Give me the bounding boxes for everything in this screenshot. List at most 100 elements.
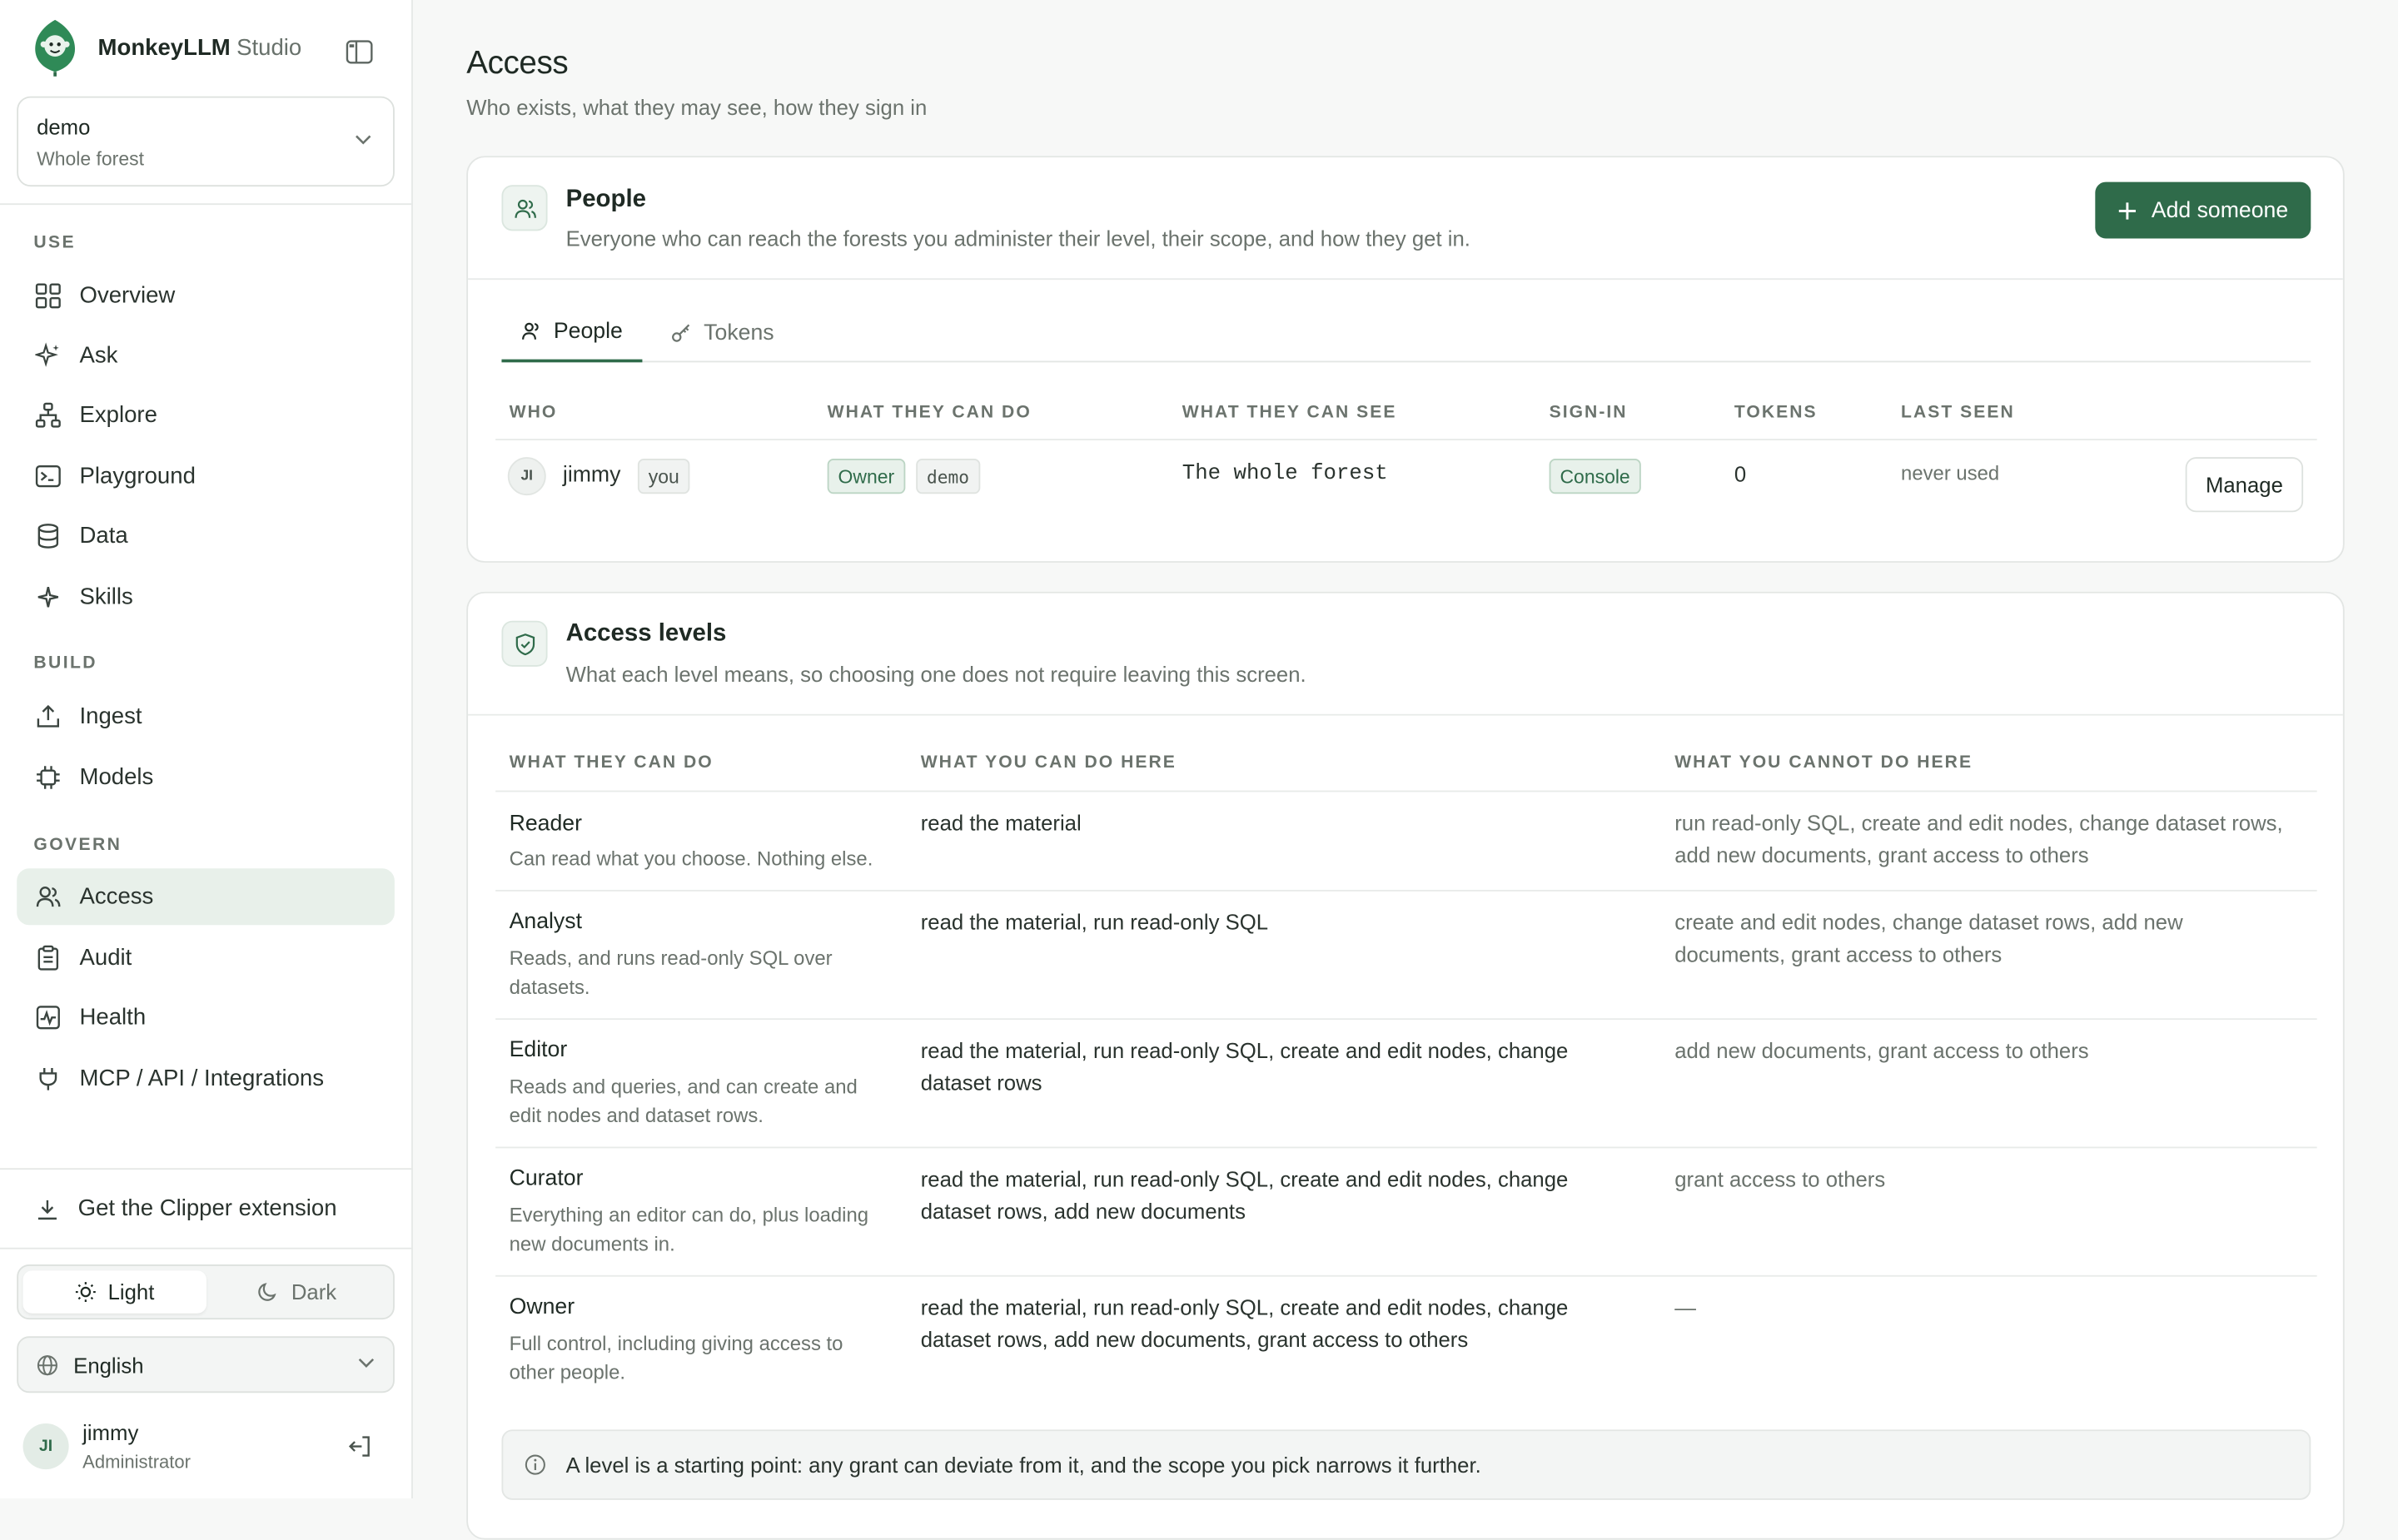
tokens-count: 0 (1734, 461, 1747, 487)
column-level: WHAT THEY CAN DO (509, 753, 714, 772)
divider (495, 439, 2317, 440)
avatar: JI (507, 457, 546, 496)
level-badge: Owner (827, 459, 906, 494)
sidebar-item-label: Explore (79, 402, 157, 429)
chevron-down-icon (356, 135, 371, 145)
sidebar-item-ingest[interactable]: Ingest (17, 688, 395, 745)
sidebar-toggle-icon[interactable] (346, 40, 373, 64)
forest-selector[interactable]: demo Whole forest (17, 96, 395, 187)
divider (495, 889, 2317, 892)
theme-light-option[interactable]: Light (22, 1270, 206, 1314)
sidebar-item-label: Access (79, 883, 154, 910)
last-seen-value: never used (1901, 461, 2000, 485)
sidebar-item-label: Models (79, 764, 154, 791)
column-cannot-do-here: WHAT YOU CANNOT DO HERE (1674, 753, 1973, 772)
divider (0, 1247, 412, 1249)
level-allowed: read the material, run read-only SQL, cr… (920, 1166, 1569, 1223)
sidebar-item-audit[interactable]: Audit (17, 930, 395, 986)
tab-people-label: People (553, 318, 623, 344)
sidebar-item-health[interactable]: Health (17, 989, 395, 1046)
level-name: Analyst (509, 909, 582, 935)
language-select[interactable]: English (17, 1336, 395, 1393)
tab-tokens[interactable]: Tokens (652, 303, 794, 363)
sidebar-item-explore[interactable]: Explore (17, 387, 395, 444)
column-tokens: TOKENS (1734, 403, 1818, 422)
column-last-seen: LAST SEEN (1901, 403, 2015, 422)
sidebar-item-integrations[interactable]: MCP / API / Integrations (17, 1051, 395, 1107)
level-description: Can read what you choose. Nothing else. (509, 847, 873, 871)
sidebar-item-label: Data (79, 523, 128, 549)
sign-in-badge: Console (1549, 459, 1641, 494)
level-description: Reads, and runs read-only SQL over datas… (509, 946, 833, 998)
shield-check-icon (501, 620, 548, 667)
users-icon (501, 185, 548, 231)
sidebar-item-models[interactable]: Models (17, 749, 395, 806)
sign-out-icon[interactable] (347, 1434, 371, 1458)
divider (0, 1168, 412, 1170)
manage-button[interactable]: Manage (2185, 457, 2304, 513)
sidebar-item-label: Skills (79, 584, 133, 610)
level-description: Everything an editor can do, plus loadin… (509, 1203, 869, 1255)
levels-note-text: A level is a starting point: any grant c… (565, 1452, 1481, 1478)
people-card-title: People (565, 186, 646, 213)
level-description: Full control, including giving access to… (509, 1331, 843, 1384)
level-denied: run read-only SQL, create and edit nodes… (1674, 810, 2283, 867)
page-subtitle: Who exists, what they may see, how they … (466, 94, 928, 120)
sidebar-item-skills[interactable]: Skills (17, 569, 395, 625)
level-allowed: read the material, run read-only SQL (920, 909, 1269, 935)
terminal-icon (35, 465, 61, 488)
level-allowed: read the material (920, 810, 1082, 835)
column-can-do: WHAT THEY CAN DO (827, 403, 1032, 422)
add-someone-button[interactable]: Add someone (2095, 181, 2311, 239)
chip-icon (37, 766, 60, 789)
sun-icon (75, 1282, 95, 1302)
app-root: MonkeyLLM Studio demo Whole forest USE Ov… (0, 0, 2398, 1540)
tab-people[interactable]: People (501, 303, 643, 363)
main-content: Access Who exists, what they may see, ho… (413, 0, 2398, 1540)
theme-dark-option[interactable]: Dark (206, 1270, 388, 1313)
language-value: English (73, 1352, 144, 1377)
avatar: JI (22, 1423, 69, 1470)
hierarchy-icon (35, 402, 61, 428)
access-levels-header: Access levels What each level means, so … (468, 594, 2343, 716)
sidebar-item-ask[interactable]: Ask (17, 327, 395, 384)
add-someone-label: Add someone (2151, 197, 2289, 223)
star-icon (37, 587, 59, 608)
user-role: Administrator (82, 1451, 192, 1473)
activity-icon (36, 1006, 60, 1030)
clipper-extension-link[interactable]: Get the Clipper extension (17, 1180, 395, 1237)
globe-icon (37, 1354, 57, 1375)
divider (495, 790, 2317, 792)
level-denied: add new documents, grant access to other… (1674, 1038, 2089, 1063)
theme-light-label: Light (107, 1279, 155, 1304)
brand-name-text: MonkeyLLM (97, 34, 231, 61)
sidebar-item-label: Ask (79, 342, 118, 369)
sidebar-item-label: Overview (79, 282, 176, 310)
section-build: BUILD (33, 654, 97, 673)
plug-icon (39, 1067, 57, 1090)
tab-tokens-label: Tokens (704, 320, 774, 345)
divider (495, 1018, 2317, 1021)
sidebar-item-data[interactable]: Data (17, 508, 395, 564)
sidebar-item-overview[interactable]: Overview (17, 267, 395, 324)
people-card-description: Everyone who can reach the forests you a… (565, 226, 1470, 251)
sparkle-icon (35, 342, 59, 367)
column-can-see: WHAT THEY CAN SEE (1182, 403, 1397, 422)
sidebar-item-playground[interactable]: Playground (17, 448, 395, 504)
sidebar-item-label: MCP / API / Integrations (79, 1066, 325, 1092)
level-name: Editor (509, 1038, 568, 1063)
sidebar-item-label: Playground (79, 463, 196, 489)
column-can-do-here: WHAT YOU CAN DO HERE (920, 753, 1177, 772)
section-use: USE (33, 234, 77, 253)
sidebar: MonkeyLLM Studio demo Whole forest USE Ov… (0, 0, 413, 1498)
forest-badge: demo (916, 459, 980, 494)
database-icon (37, 524, 59, 549)
level-name: Curator (509, 1166, 584, 1191)
sidebar-item-label: Ingest (79, 703, 142, 730)
people-card-header: People Everyone who can reach the forest… (468, 157, 2343, 281)
column-sign-in: SIGN-IN (1549, 403, 1628, 422)
forest-name: demo (37, 114, 91, 140)
level-allowed: read the material, run read-only SQL, cr… (920, 1038, 1569, 1095)
user-icon (522, 322, 539, 340)
sidebar-item-access[interactable]: Access (17, 868, 395, 926)
